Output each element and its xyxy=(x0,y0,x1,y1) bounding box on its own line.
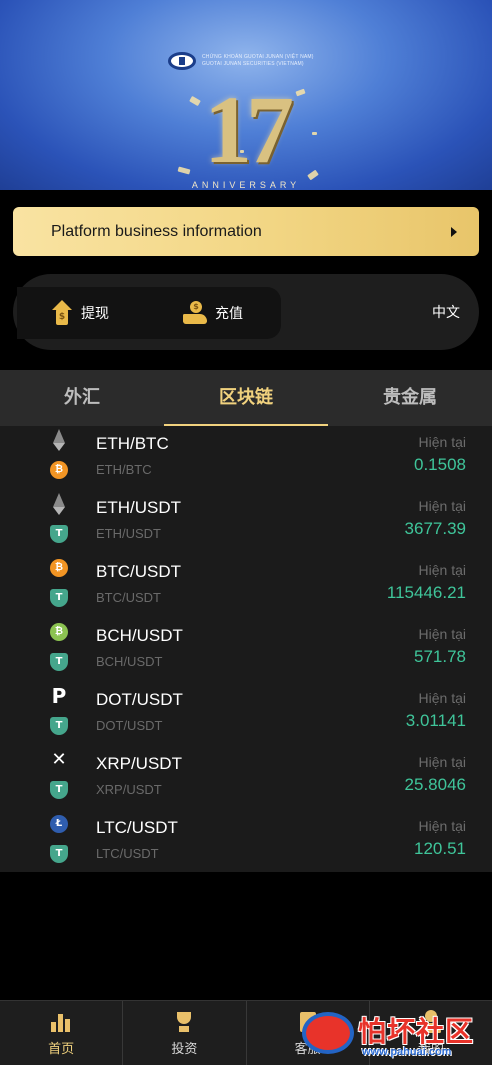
withdraw-label: 提现 xyxy=(81,306,109,322)
watermark-title: 怕坏社区 xyxy=(358,1015,475,1048)
language-switch[interactable]: 中文 xyxy=(432,302,460,322)
pair-sub: LTC/USDT xyxy=(96,846,159,861)
price-label: Hiện tại xyxy=(418,626,466,642)
anniversary-banner: CHỨNG KHOÁN GUOTAI JUNAN (VIỆT NAM) GUOT… xyxy=(0,0,492,190)
coin-icons: ✕ T xyxy=(50,751,70,803)
price-value: 115446.21 xyxy=(386,583,466,602)
pair-name: LTC/USDT xyxy=(96,818,178,837)
price-label: Hiện tại xyxy=(418,434,466,450)
pair-sub: ETH/USDT xyxy=(96,526,161,541)
withdraw-button[interactable]: $ 提现 xyxy=(51,287,109,339)
watermark-logo-icon xyxy=(302,1012,354,1054)
brand-logo-row: CHỨNG KHOÁN GUOTAI JUNAN (VIỆT NAM) GUOT… xyxy=(168,52,314,70)
price-value: 571.78 xyxy=(414,647,466,666)
coin-icons: Ł T xyxy=(50,815,70,867)
pair-sub: ETH/BTC xyxy=(96,462,152,477)
market-list: ₿ ETH/BTC ETH/BTC Hiện tại 0.1508 T ETH/… xyxy=(0,426,492,872)
deposit-button[interactable]: $ 充值 xyxy=(183,287,243,339)
platform-info-text: Platform business information xyxy=(51,222,262,240)
usdt-icon: T xyxy=(50,717,68,735)
anniversary-number: 17 xyxy=(204,76,294,183)
action-panel: $ 提现 $ 充值 中文 xyxy=(13,274,479,350)
usdt-icon: T xyxy=(50,589,68,607)
coin-icons: T xyxy=(50,493,70,547)
coin-icons: ₿ T xyxy=(50,623,70,675)
price-label: Hiện tại xyxy=(418,754,466,770)
eth-icon xyxy=(50,429,68,451)
nav-home-label: 首页 xyxy=(48,1041,75,1057)
price-value: 3677.39 xyxy=(404,519,466,538)
caret-right-icon xyxy=(451,226,457,237)
trophy-icon xyxy=(172,1010,196,1034)
market-row[interactable]: T ETH/USDT ETH/USDT Hiện tại 3677.39 xyxy=(0,490,492,554)
anniversary-text: ANNIVERSARY xyxy=(191,180,301,190)
xrp-icon: ✕ xyxy=(51,749,67,770)
market-row[interactable]: ✕ T XRP/USDT XRP/USDT Hiện tại 25.8046 xyxy=(0,746,492,810)
market-row[interactable]: Ł T LTC/USDT LTC/USDT Hiện tại 120.51 xyxy=(0,810,492,874)
pair-name: DOT/USDT xyxy=(96,690,183,709)
tab-precious-metals[interactable]: 贵金属 xyxy=(328,370,492,426)
bar-chart-icon xyxy=(49,1010,73,1034)
withdraw-arrow-icon: $ xyxy=(51,300,73,326)
price-value: 120.51 xyxy=(414,839,466,858)
nav-invest[interactable]: 投资 xyxy=(123,1001,247,1065)
usdt-icon: T xyxy=(50,653,68,671)
pair-sub: XRP/USDT xyxy=(96,782,162,797)
pair-name: ETH/BTC xyxy=(96,434,169,453)
price-value: 0.1508 xyxy=(414,455,466,474)
pair-name: ETH/USDT xyxy=(96,498,181,517)
watermark: 怕坏社区 www.pahuai.com xyxy=(302,1008,492,1065)
btc-icon: ₿ xyxy=(50,559,68,577)
pair-sub: BCH/USDT xyxy=(96,654,163,669)
deposit-hand-coin-icon: $ xyxy=(183,301,207,325)
pair-name: BCH/USDT xyxy=(96,626,183,645)
pair-sub: BTC/USDT xyxy=(96,590,161,605)
coin-icons: ₿ T xyxy=(50,559,70,611)
coin-icons: ₿ xyxy=(50,429,70,483)
price-label: Hiện tại xyxy=(418,498,466,514)
market-row[interactable]: P T DOT/USDT DOT/USDT Hiện tại 3.01141 xyxy=(0,682,492,746)
price-label: Hiện tại xyxy=(418,818,466,834)
brand-line-1: CHỨNG KHOÁN GUOTAI JUNAN (VIỆT NAM) xyxy=(202,54,314,60)
market-row[interactable]: ₿ ETH/BTC ETH/BTC Hiện tại 0.1508 xyxy=(0,426,492,490)
nav-home[interactable]: 首页 xyxy=(0,1001,124,1065)
market-row[interactable]: ₿ T BCH/USDT BCH/USDT Hiện tại 571.78 xyxy=(0,618,492,682)
platform-info-bar[interactable]: Platform business information xyxy=(13,207,479,256)
watermark-url: www.pahuai.com xyxy=(362,1046,452,1058)
tab-blockchain[interactable]: 区块链 xyxy=(164,370,328,426)
usdt-icon: T xyxy=(50,781,68,799)
price-label: Hiện tại xyxy=(418,690,466,706)
pair-sub: DOT/USDT xyxy=(96,718,163,733)
nav-invest-label: 投资 xyxy=(171,1041,198,1057)
usdt-icon: T xyxy=(50,845,68,863)
market-tabs: 外汇 区块链 贵金属 xyxy=(0,370,492,426)
ltc-icon: Ł xyxy=(50,815,68,833)
eth-icon xyxy=(50,493,68,515)
tab-forex[interactable]: 外汇 xyxy=(0,370,164,426)
brand-logo-icon xyxy=(168,52,196,70)
price-label: Hiện tại xyxy=(418,562,466,578)
brand-line-2: GUOTAI JUNAN SECURITIES (VIETNAM) xyxy=(202,61,304,67)
market-row[interactable]: ₿ T BTC/USDT BTC/USDT Hiện tại 115446.21 xyxy=(0,554,492,618)
price-value: 3.01141 xyxy=(405,711,466,730)
pair-name: BTC/USDT xyxy=(96,562,181,581)
coin-icons: P T xyxy=(50,684,70,739)
deposit-label: 充值 xyxy=(215,306,243,322)
bch-icon: ₿ xyxy=(50,623,68,641)
pair-name: XRP/USDT xyxy=(96,754,182,773)
btc-icon: ₿ xyxy=(50,461,68,479)
action-buttons-group: $ 提现 $ 充值 xyxy=(17,287,281,339)
brand-text: CHỨNG KHOÁN GUOTAI JUNAN (VIỆT NAM) GUOT… xyxy=(202,54,314,68)
usdt-icon: T xyxy=(50,525,68,543)
price-value: 25.8046 xyxy=(404,775,466,794)
dot-icon: P xyxy=(51,684,67,708)
